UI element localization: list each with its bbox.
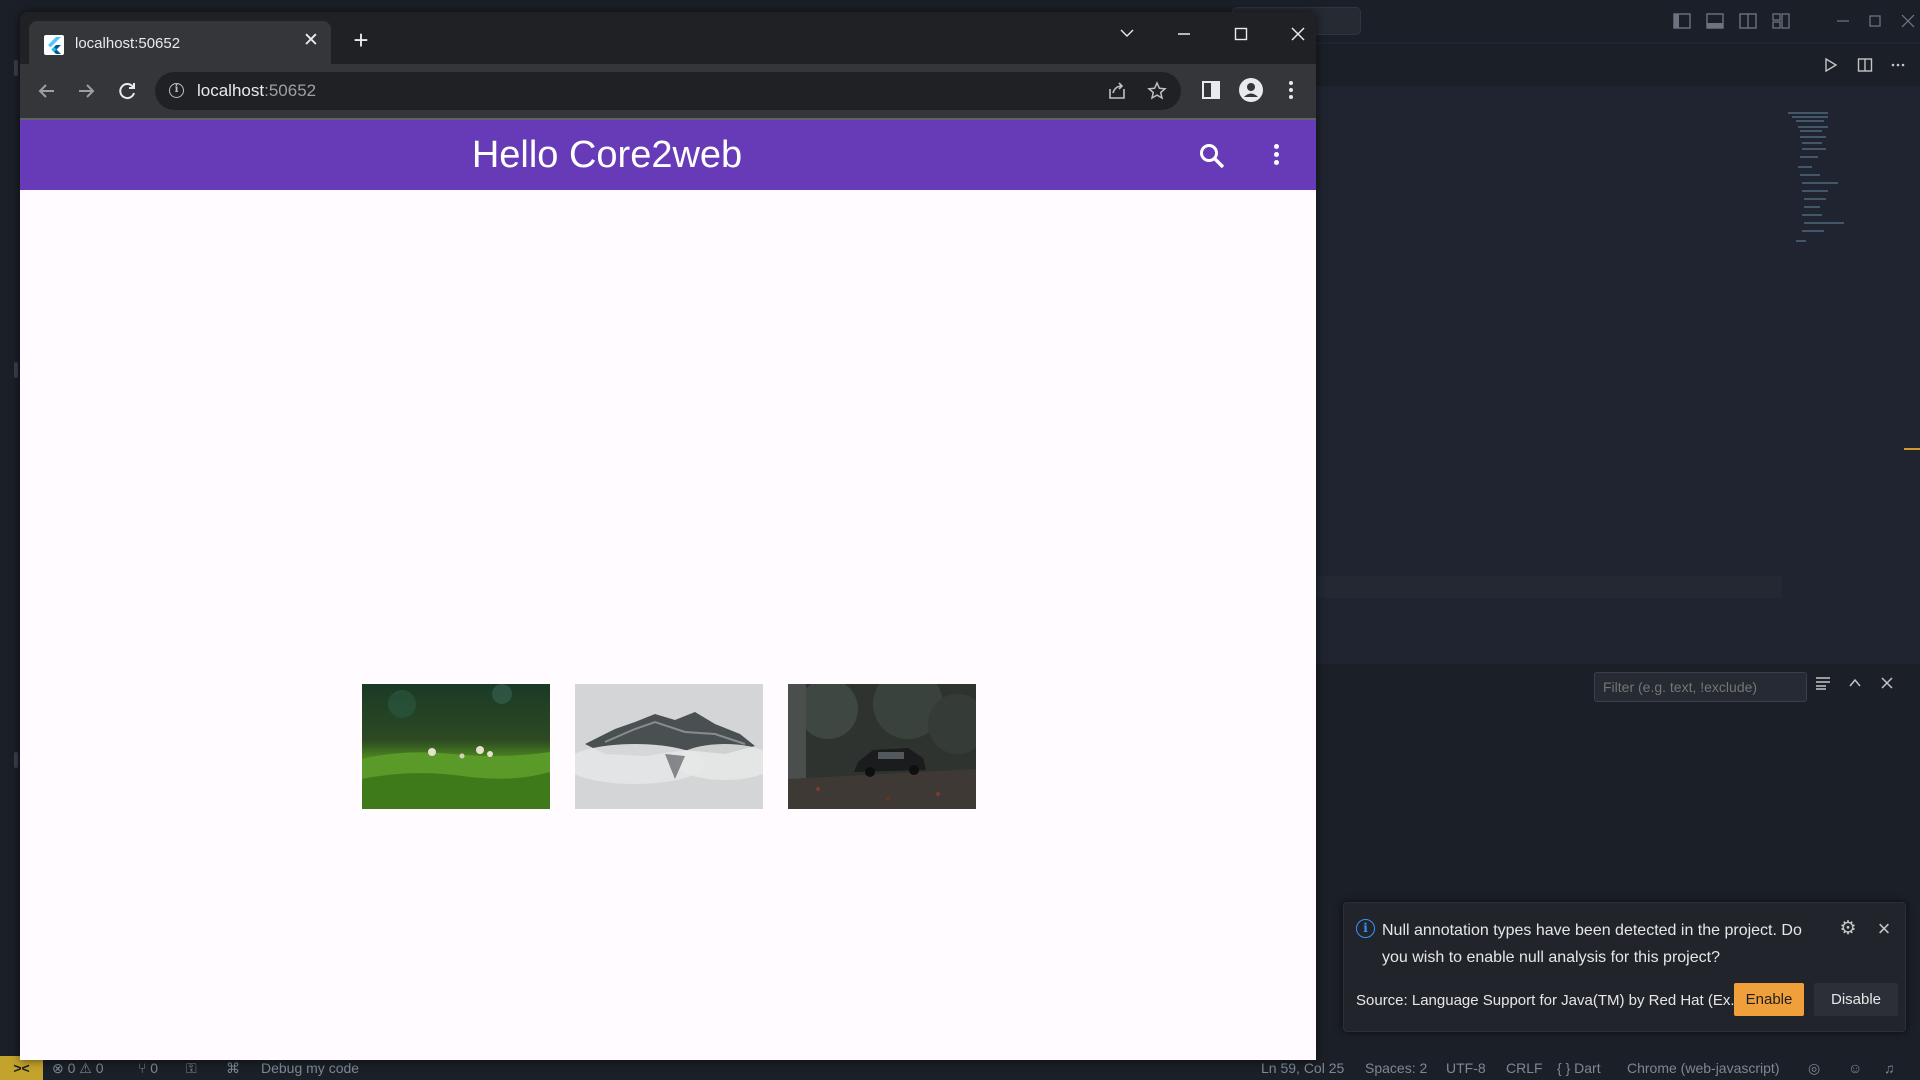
scroll-marker: [1904, 448, 1920, 450]
moss-mushrooms-image: [362, 684, 550, 809]
hidden-eye-icon[interactable]: ◎: [1808, 1060, 1820, 1077]
reload-icon[interactable]: [113, 77, 141, 105]
activity-item[interactable]: [14, 60, 18, 76]
run-icon[interactable]: [1823, 57, 1839, 73]
activity-item[interactable]: [14, 752, 18, 768]
debug-icon[interactable]: ⌘: [226, 1060, 240, 1077]
notification-source: Source: Language Support for Java(TM) by…: [1356, 992, 1743, 1009]
close-window-icon[interactable]: [1887, 0, 1920, 42]
split-editor-icon[interactable]: [1857, 57, 1873, 73]
line-ending[interactable]: CRLF: [1506, 1060, 1543, 1076]
search-icon[interactable]: [1197, 141, 1227, 171]
toggle-panel-icon[interactable]: [1698, 0, 1731, 42]
vscode-layout-controls: [1665, 0, 1920, 42]
profile-avatar-icon[interactable]: [1239, 78, 1263, 102]
activity-bar: [0, 42, 20, 1057]
enable-button[interactable]: Enable: [1734, 983, 1804, 1016]
minimize-icon[interactable]: [1821, 0, 1854, 42]
flutter-app: Hello Core2web: [20, 120, 1316, 1060]
cursor-position[interactable]: Ln 59, Col 25: [1261, 1060, 1344, 1076]
editor-toolbar: [1316, 44, 1920, 86]
gear-icon[interactable]: ⚙: [1838, 919, 1858, 939]
info-icon: i: [1356, 919, 1375, 938]
bell-icon[interactable]: ♫: [1884, 1060, 1895, 1076]
tab-search-icon[interactable]: [1107, 20, 1147, 48]
app-title: Hello Core2web: [471, 134, 743, 176]
current-line-highlight: [1316, 576, 1782, 598]
minimize-icon[interactable]: [1164, 20, 1204, 48]
indentation[interactable]: Spaces: 2: [1365, 1060, 1427, 1076]
close-tab-icon[interactable]: ✕: [301, 31, 321, 51]
browser-window: localhost:50652 ✕ + i localhost:50652 He…: [20, 12, 1316, 1060]
device-selector[interactable]: Chrome (web-javascript): [1627, 1060, 1779, 1076]
feedback-icon[interactable]: ☺: [1848, 1060, 1862, 1076]
tab-title: localhost:50652: [75, 35, 181, 52]
flutter-favicon-icon: [44, 35, 64, 55]
share-icon[interactable]: [1107, 81, 1127, 101]
debug-label[interactable]: Debug my code: [261, 1060, 359, 1076]
close-icon[interactable]: ×: [1874, 918, 1894, 940]
chrome-menu-icon[interactable]: [1279, 78, 1303, 102]
disable-button[interactable]: Disable: [1814, 983, 1898, 1016]
site-info-icon[interactable]: i: [169, 83, 184, 98]
car-in-forest-image: [788, 684, 976, 809]
language-mode[interactable]: { } Dart: [1557, 1060, 1601, 1076]
forward-icon[interactable]: [72, 77, 100, 105]
new-tab-button[interactable]: +: [349, 27, 373, 53]
url-text: localhost:50652: [197, 81, 317, 100]
ports-count[interactable]: ⑂ 0: [138, 1060, 158, 1076]
restore-icon[interactable]: [1854, 0, 1887, 42]
problems-count[interactable]: ⊗ 0 ⚠ 0: [52, 1060, 104, 1077]
encoding[interactable]: UTF-8: [1446, 1060, 1486, 1076]
null-analysis-notification: i Null annotation types have been detect…: [1343, 902, 1906, 1032]
bookmark-star-icon[interactable]: [1147, 81, 1167, 101]
toggle-secondary-sidebar-icon[interactable]: [1731, 0, 1764, 42]
browser-toolbar: i localhost:50652: [20, 64, 1316, 118]
back-icon[interactable]: [33, 77, 61, 105]
filter-input[interactable]: [1594, 672, 1807, 702]
address-bar[interactable]: i localhost:50652: [155, 72, 1181, 110]
toggle-primary-sidebar-icon[interactable]: [1665, 0, 1698, 42]
side-panel-icon[interactable]: [1199, 78, 1223, 102]
app-bar: Hello Core2web: [20, 120, 1316, 190]
maximize-panel-icon[interactable]: [1846, 674, 1864, 692]
more-actions-icon[interactable]: [1890, 57, 1906, 73]
close-window-icon[interactable]: [1278, 20, 1316, 48]
word-wrap-icon[interactable]: [1814, 674, 1832, 692]
notification-message: Null annotation types have been detected…: [1382, 922, 1802, 966]
browser-tab[interactable]: localhost:50652 ✕: [29, 21, 331, 64]
panel-actions: [1814, 674, 1896, 692]
activity-item[interactable]: [14, 362, 18, 378]
minimap[interactable]: [1788, 112, 1860, 252]
customize-layout-icon[interactable]: [1764, 0, 1797, 42]
maximize-icon[interactable]: [1221, 20, 1261, 48]
more-vert-icon[interactable]: [1270, 141, 1282, 171]
lock-icon[interactable]: ⚿: [186, 1060, 197, 1077]
misty-mountain-image: [575, 684, 763, 809]
close-panel-icon[interactable]: [1878, 674, 1896, 692]
